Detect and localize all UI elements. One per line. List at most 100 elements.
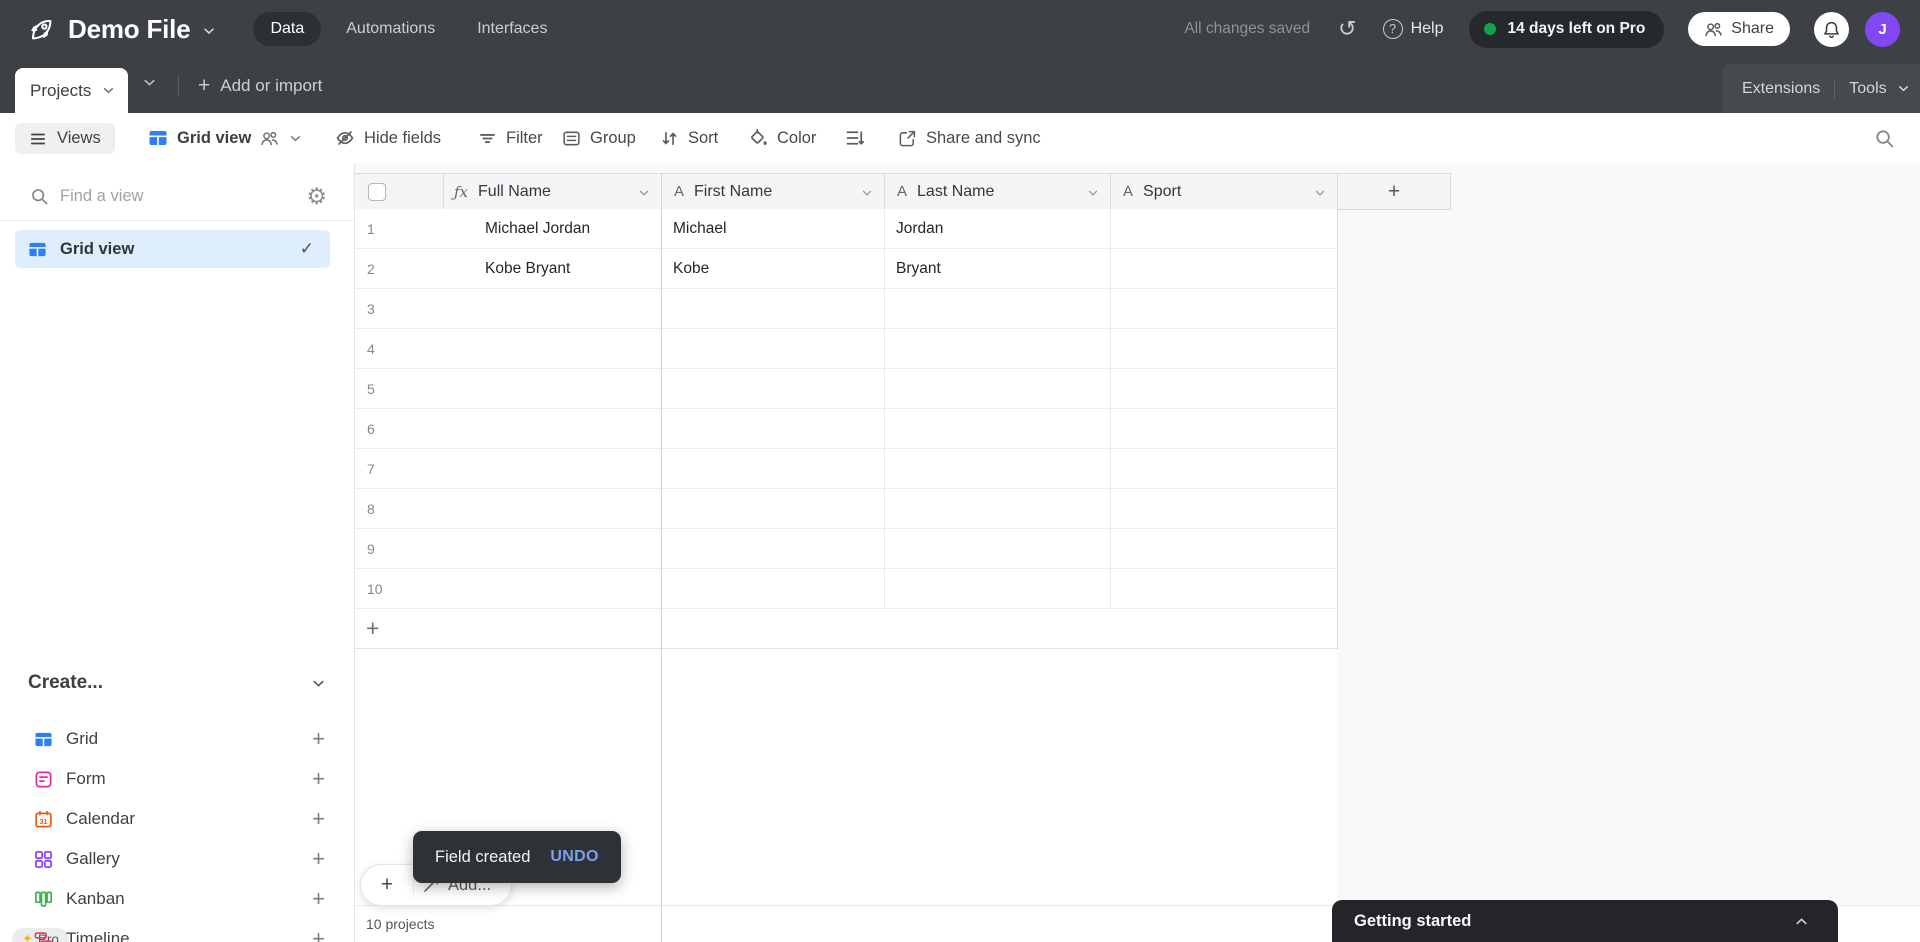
create-item-timeline[interactable]: Timeline ✦ Pro + <box>0 919 355 942</box>
collaborators-icon <box>260 129 279 148</box>
notifications-button[interactable] <box>1814 12 1849 47</box>
cell[interactable]: Kobe <box>673 249 709 289</box>
add-view-button[interactable]: + <box>312 886 325 912</box>
find-view-placeholder: Find a view <box>60 187 143 206</box>
hide-fields-button[interactable]: Hide fields <box>335 113 441 163</box>
bell-icon <box>1822 20 1841 39</box>
undo-button[interactable]: UNDO <box>550 848 598 866</box>
help-button[interactable]: ? Help <box>1383 19 1444 39</box>
view-chevron-down-icon <box>288 131 303 146</box>
select-all-checkbox[interactable] <box>368 183 386 201</box>
tools-divider <box>1834 79 1835 99</box>
add-view-button[interactable]: + <box>312 726 325 752</box>
tab-interfaces[interactable]: Interfaces <box>460 12 564 46</box>
table-row[interactable]: 10 <box>355 569 1337 609</box>
grid-view-menu[interactable]: Grid view <box>148 113 303 163</box>
cell[interactable]: Bryant <box>896 249 941 289</box>
avatar[interactable]: J <box>1865 12 1900 47</box>
create-item-form[interactable]: Form + <box>0 759 355 799</box>
row-number: 10 <box>367 569 383 609</box>
table-row[interactable]: 4 <box>355 329 1337 369</box>
grid-view-icon <box>34 730 53 749</box>
tables-expand-chevron-icon[interactable] <box>141 74 158 91</box>
group-button[interactable]: Group <box>562 113 636 163</box>
grid-view-icon <box>28 240 47 259</box>
sidebar-item-grid-view[interactable]: Grid view ✓ <box>15 230 330 268</box>
table-row[interactable]: 1 Michael Jordan Michael Jordan <box>355 209 1337 249</box>
table-row[interactable]: 8 <box>355 489 1337 529</box>
create-list: Grid + Form + 31 Calendar + Gallery + Ka… <box>0 719 355 942</box>
views-menu-button[interactable]: Views <box>15 123 115 154</box>
row-number: 4 <box>367 329 375 369</box>
share-and-sync-button[interactable]: Share and sync <box>898 113 1041 163</box>
view-toolbar: Views Grid view Hi <box>0 113 1920 163</box>
add-record-button[interactable]: + <box>361 873 413 897</box>
sort-label: Sort <box>688 129 718 148</box>
create-item-grid[interactable]: Grid + <box>0 719 355 759</box>
trial-badge[interactable]: 14 days left on Pro <box>1469 11 1664 48</box>
column-chevron-down-icon[interactable] <box>860 186 874 200</box>
toast-message: Field created <box>435 848 530 867</box>
add-or-import-button[interactable]: + Add or import <box>198 58 322 113</box>
table-row[interactable]: 7 <box>355 449 1337 489</box>
column-header-full-name[interactable]: ƒx Full Name <box>443 173 661 210</box>
timeline-view-icon <box>34 930 53 942</box>
column-header-last-name[interactable]: A Last Name <box>884 173 1110 210</box>
create-item-label: Kanban <box>66 889 125 909</box>
row-number: 8 <box>367 489 375 529</box>
cell[interactable]: Jordan <box>896 209 943 249</box>
text-field-icon: A <box>674 183 684 200</box>
table-row[interactable]: 2 Kobe BryantKobeBryant <box>355 249 1337 289</box>
field-created-toast: Field created UNDO <box>413 831 621 883</box>
create-item-label: Timeline <box>66 929 130 942</box>
column-header-sport[interactable]: A Sport <box>1110 173 1337 210</box>
table-row[interactable]: 3 <box>355 289 1337 329</box>
table-row[interactable]: 5 <box>355 369 1337 409</box>
record-count: 10 projects <box>366 906 434 942</box>
table-tab-projects[interactable]: Projects <box>15 68 128 113</box>
add-view-button[interactable]: + <box>312 926 325 942</box>
getting-started-panel[interactable]: Getting started <box>1332 900 1838 942</box>
create-item-calendar[interactable]: 31 Calendar + <box>0 799 355 839</box>
history-icon[interactable]: ↺ <box>1338 18 1356 40</box>
eye-slash-icon <box>335 128 355 148</box>
tab-automations[interactable]: Automations <box>329 12 452 46</box>
text-field-icon: A <box>1123 183 1133 200</box>
search-button[interactable] <box>1874 113 1895 163</box>
add-view-button[interactable]: + <box>312 846 325 872</box>
share-button[interactable]: Share <box>1688 12 1790 46</box>
row-number: 1 <box>367 209 375 249</box>
column-chevron-down-icon[interactable] <box>1313 186 1327 200</box>
add-field-button[interactable]: + <box>1337 173 1451 210</box>
column-chevron-down-icon[interactable] <box>637 186 651 200</box>
create-item-kanban[interactable]: Kanban + <box>0 879 355 919</box>
collapse-chevron-up-icon[interactable] <box>1793 913 1810 930</box>
add-view-button[interactable]: + <box>312 806 325 832</box>
column-chevron-down-icon[interactable] <box>1086 186 1100 200</box>
color-button[interactable]: Color <box>748 113 816 163</box>
row-height-button[interactable] <box>845 113 865 163</box>
title-chevron-down-icon[interactable] <box>201 23 217 39</box>
add-view-button[interactable]: + <box>312 766 325 792</box>
row-number: 5 <box>367 369 375 409</box>
cell[interactable]: Kobe Bryant <box>485 249 570 289</box>
cell[interactable]: Michael <box>673 209 726 249</box>
views-label: Views <box>57 129 101 148</box>
table-row[interactable]: 9 <box>355 529 1337 569</box>
add-row[interactable]: + <box>355 609 1337 649</box>
column-header-first-name[interactable]: A First Name <box>661 173 884 210</box>
gear-icon[interactable]: ⚙ <box>306 185 327 208</box>
table-row[interactable]: 6 <box>355 409 1337 449</box>
find-view-search[interactable]: Find a view ⚙ <box>0 177 355 215</box>
create-item-gallery[interactable]: Gallery + <box>0 839 355 879</box>
app-brand[interactable]: Demo File <box>28 14 217 45</box>
tools-button[interactable]: Tools <box>1849 80 1910 98</box>
extensions-button[interactable]: Extensions <box>1742 80 1820 98</box>
table-chevron-down-icon <box>101 83 116 98</box>
create-section-header[interactable]: Create... <box>0 663 355 703</box>
cell[interactable]: Michael Jordan <box>485 209 590 249</box>
sort-button[interactable]: Sort <box>660 113 718 163</box>
filter-button[interactable]: Filter <box>478 113 543 163</box>
form-view-icon <box>34 770 53 789</box>
tab-data[interactable]: Data <box>253 12 321 46</box>
